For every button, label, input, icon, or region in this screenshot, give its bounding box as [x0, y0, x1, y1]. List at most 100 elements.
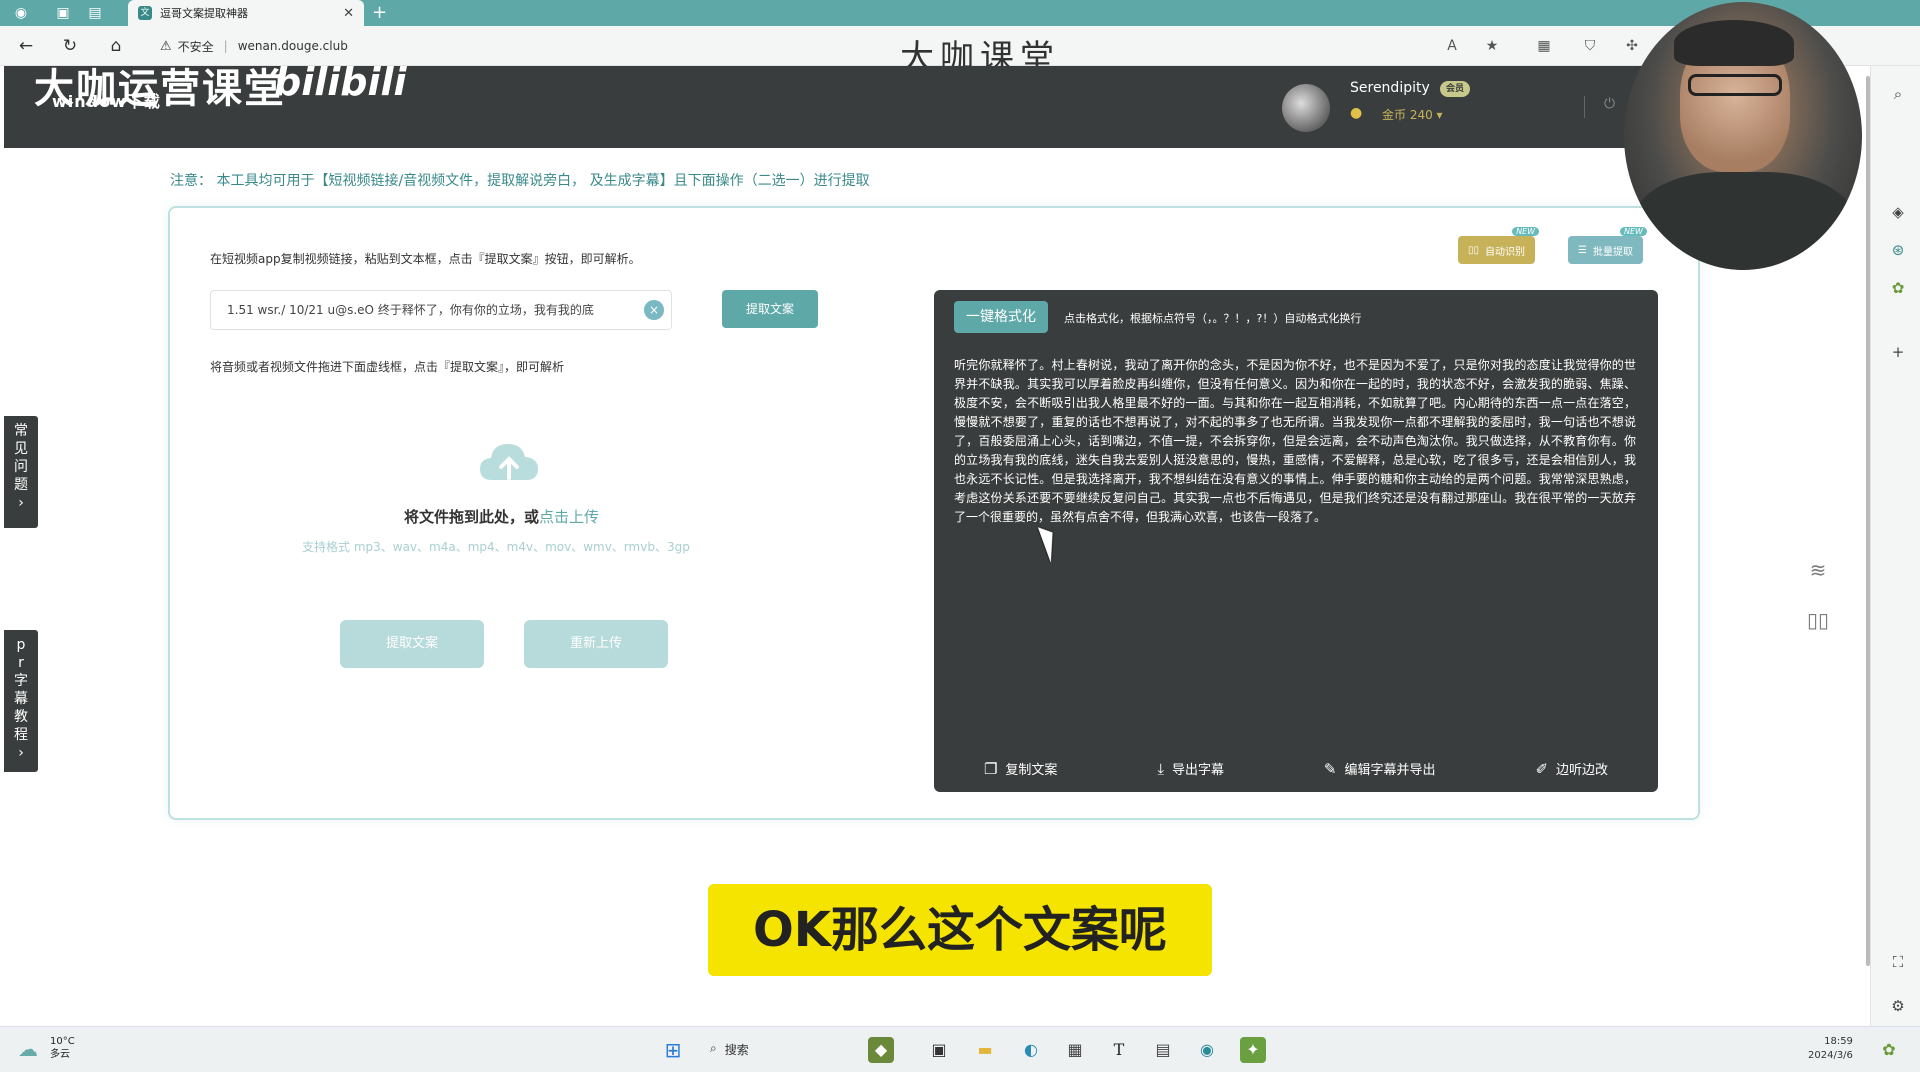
temperature: 10°C	[50, 1036, 75, 1047]
clock-date: 2024/3/6	[1808, 1050, 1853, 1061]
browser-tab-bar: ◉ ▣ ▤ 文 逗哥文案提取神器 ✕ +	[0, 0, 1920, 26]
search-icon: ⌕	[710, 1041, 717, 1055]
favorite-star-icon[interactable]: ★	[1482, 36, 1502, 56]
vip-badge: 会员	[1440, 81, 1471, 97]
clock[interactable]: 18:59 2024/3/6	[1808, 1035, 1853, 1063]
read-aloud-icon[interactable]: A	[1442, 36, 1462, 56]
back-icon[interactable]: ←	[14, 35, 38, 57]
taskbar-search[interactable]: ⌕ 搜索	[710, 1041, 749, 1058]
coin-balance[interactable]: 金币 240 ▾	[1382, 106, 1443, 123]
security-label: 不安全	[177, 39, 214, 54]
taskbar: ☁ 10°C 多云 ⊞ ⌕ 搜索 ◆ ▣ ▬ ◐ ▦ T ▤ ◉ ✦ 18:59…	[0, 1026, 1920, 1072]
url-text: wenan.dougе.club	[237, 39, 348, 53]
edge-browser-icon[interactable]: ◐	[1018, 1037, 1044, 1063]
window-download-label[interactable]: window下载	[52, 88, 161, 112]
usage-notice: 注意： 本工具均可用于【短视频链接/音视频文件，提取解说旁白， 及生成字幕】且下…	[170, 173, 870, 189]
output-actions: ❐ 复制文案 ⤓ 导出字幕 ✎ 编辑字幕并导出 ✐ 边听边改	[934, 759, 1658, 779]
games-icon[interactable]: ⊛	[1888, 240, 1908, 260]
copy-icon: ❐	[983, 759, 998, 778]
webcam-hair	[1674, 20, 1794, 66]
tab-active[interactable]: 文 逗哥文案提取神器 ✕	[128, 0, 364, 26]
click-upload-link[interactable]: 点击上传	[539, 508, 599, 526]
clear-input-icon[interactable]: ×	[644, 300, 664, 320]
weather-condition: 多云	[50, 1049, 70, 1060]
copy-text-button[interactable]: ❐ 复制文案	[983, 759, 1058, 779]
download-icon: ⤓	[1157, 759, 1164, 778]
start-icon[interactable]: ⊞	[660, 1037, 686, 1063]
edit-export-label: 编辑字幕并导出	[1344, 763, 1436, 778]
refresh-icon[interactable]: ↻	[58, 35, 82, 57]
format-button[interactable]: 一键格式化	[954, 301, 1048, 333]
format-hint: 点击格式化，根据标点符号（，。？！，?！）自动格式化换行	[1064, 312, 1362, 325]
export-subtitle-label: 导出字幕	[1171, 763, 1224, 778]
auto-recognize-label: 自动识别	[1485, 246, 1526, 258]
browser-profile-icon[interactable]: ◉	[10, 3, 32, 23]
link-instruction: 在短视频app复制视频链接，粘贴到文本框，点击『提取文案』按钮，即可解析。	[210, 252, 641, 266]
export-subtitle-button[interactable]: ⤓ 导出字幕	[1157, 759, 1224, 779]
chevron-right-icon: ›	[18, 495, 24, 511]
file-explorer-icon[interactable]: ▬	[972, 1037, 998, 1063]
bilibili-logo: bilibili	[274, 66, 407, 104]
extracted-text[interactable]: 听完你就释怀了。村上春树说，我动了离开你的念头，不是因为你不好，也不是因为不爱了…	[954, 356, 1636, 527]
avatar[interactable]	[1282, 84, 1330, 132]
supported-formats: 支持格式 mp3、wav、m4a、mp4、m4v、mov、wmv、rmvb、3g…	[302, 540, 690, 554]
url-separator: |	[223, 39, 228, 53]
collections-icon[interactable]: ▦	[1534, 36, 1554, 56]
edit-export-subtitle-button[interactable]: ✎ 编辑字幕并导出	[1324, 759, 1436, 779]
batch-extract-icon: ☰	[1578, 244, 1587, 256]
user-name[interactable]: Serendipity	[1350, 80, 1430, 96]
batch-extract-button[interactable]: ☰ 批量提取 NEW	[1568, 227, 1647, 264]
drop-zone-label: 将文件拖到此处，或	[404, 508, 540, 526]
add-icon[interactable]: +	[1888, 342, 1908, 362]
site-header: 大咖运营课堂 bilibili window下载 Serendipity 会员 …	[4, 66, 1664, 148]
calculator-icon[interactable]: ▦	[1062, 1037, 1088, 1063]
power-icon[interactable]: ⏻	[1604, 96, 1615, 112]
tab-title: 逗哥文案提取神器	[160, 7, 248, 20]
copy-text-label: 复制文案	[1005, 763, 1058, 778]
faq-side-tab-label: 常见问题	[14, 423, 28, 493]
settings-icon[interactable]: ⚙	[1888, 996, 1908, 1016]
url-field[interactable]: ⚠ 不安全 | wenan.dougе.club	[160, 36, 348, 56]
weather-widget[interactable]: 10°C 多云	[50, 1035, 75, 1061]
extract-text-button[interactable]: 提取文案	[722, 290, 818, 328]
pr-tutorial-side-tab[interactable]: pr字幕教程 ›	[4, 630, 38, 772]
home-icon[interactable]: ⌂	[104, 35, 128, 57]
book-icon[interactable]: ▯▯	[1802, 604, 1834, 636]
workspaces-icon[interactable]: ▣	[52, 3, 74, 23]
extensions-icon[interactable]: ✣	[1622, 36, 1642, 56]
chevron-right-icon: ›	[18, 745, 24, 761]
new-tag: NEW	[1512, 227, 1540, 236]
coin-icon: ●	[1350, 105, 1363, 121]
listen-edit-button[interactable]: ✐ 边听边改	[1535, 759, 1608, 779]
notification-icon[interactable]: ✿	[1876, 1037, 1902, 1063]
drop-zone-text[interactable]: 将文件拖到此处，或点击上传	[404, 506, 599, 527]
video-link-input[interactable]: 1.51 wsr./ 10/21 u@s.eO 终于释怀了，你有你的立场，我有我…	[210, 290, 672, 330]
browser-app-icon[interactable]: ◉	[1194, 1037, 1220, 1063]
webcam-glasses	[1688, 74, 1782, 96]
shield-icon[interactable]: ⛉	[1580, 36, 1600, 56]
game-app-icon[interactable]: ◆	[868, 1037, 894, 1063]
faq-side-tab[interactable]: 常见问题 ›	[4, 416, 38, 528]
extract-file-button[interactable]: 提取文案	[340, 620, 484, 668]
page-scrollbar[interactable]	[1866, 76, 1870, 966]
new-tab-button[interactable]: +	[372, 2, 387, 24]
header-divider	[1584, 96, 1585, 118]
tools-icon[interactable]: ✿	[1888, 278, 1908, 298]
reupload-button[interactable]: 重新上传	[524, 620, 668, 668]
tab-actions-icon[interactable]: ▤	[84, 3, 106, 23]
weather-icon[interactable]: ☁	[18, 1037, 38, 1061]
notepad-icon[interactable]: ▤	[1150, 1037, 1176, 1063]
search-icon[interactable]: ⌕	[1888, 84, 1908, 104]
typora-icon[interactable]: T	[1106, 1037, 1132, 1063]
auto-recognize-button[interactable]: ▯▯ 自动识别 NEW	[1458, 227, 1540, 264]
upload-cloud-icon[interactable]	[478, 438, 540, 490]
close-tab-icon[interactable]: ✕	[343, 6, 354, 21]
tool-app-icon[interactable]: ✦	[1240, 1037, 1266, 1063]
file-instruction: 将音频或者视频文件拖进下面虚线框，点击『提取文案』，即可解析	[210, 360, 565, 374]
webcam-overlay	[1624, 2, 1862, 270]
shopping-icon[interactable]: ◈	[1888, 202, 1908, 222]
task-view-icon[interactable]: ▣	[926, 1037, 952, 1063]
clock-time: 18:59	[1824, 1036, 1853, 1047]
database-icon[interactable]: ≋	[1802, 554, 1834, 586]
screenshot-icon[interactable]: ⛶	[1888, 952, 1908, 972]
